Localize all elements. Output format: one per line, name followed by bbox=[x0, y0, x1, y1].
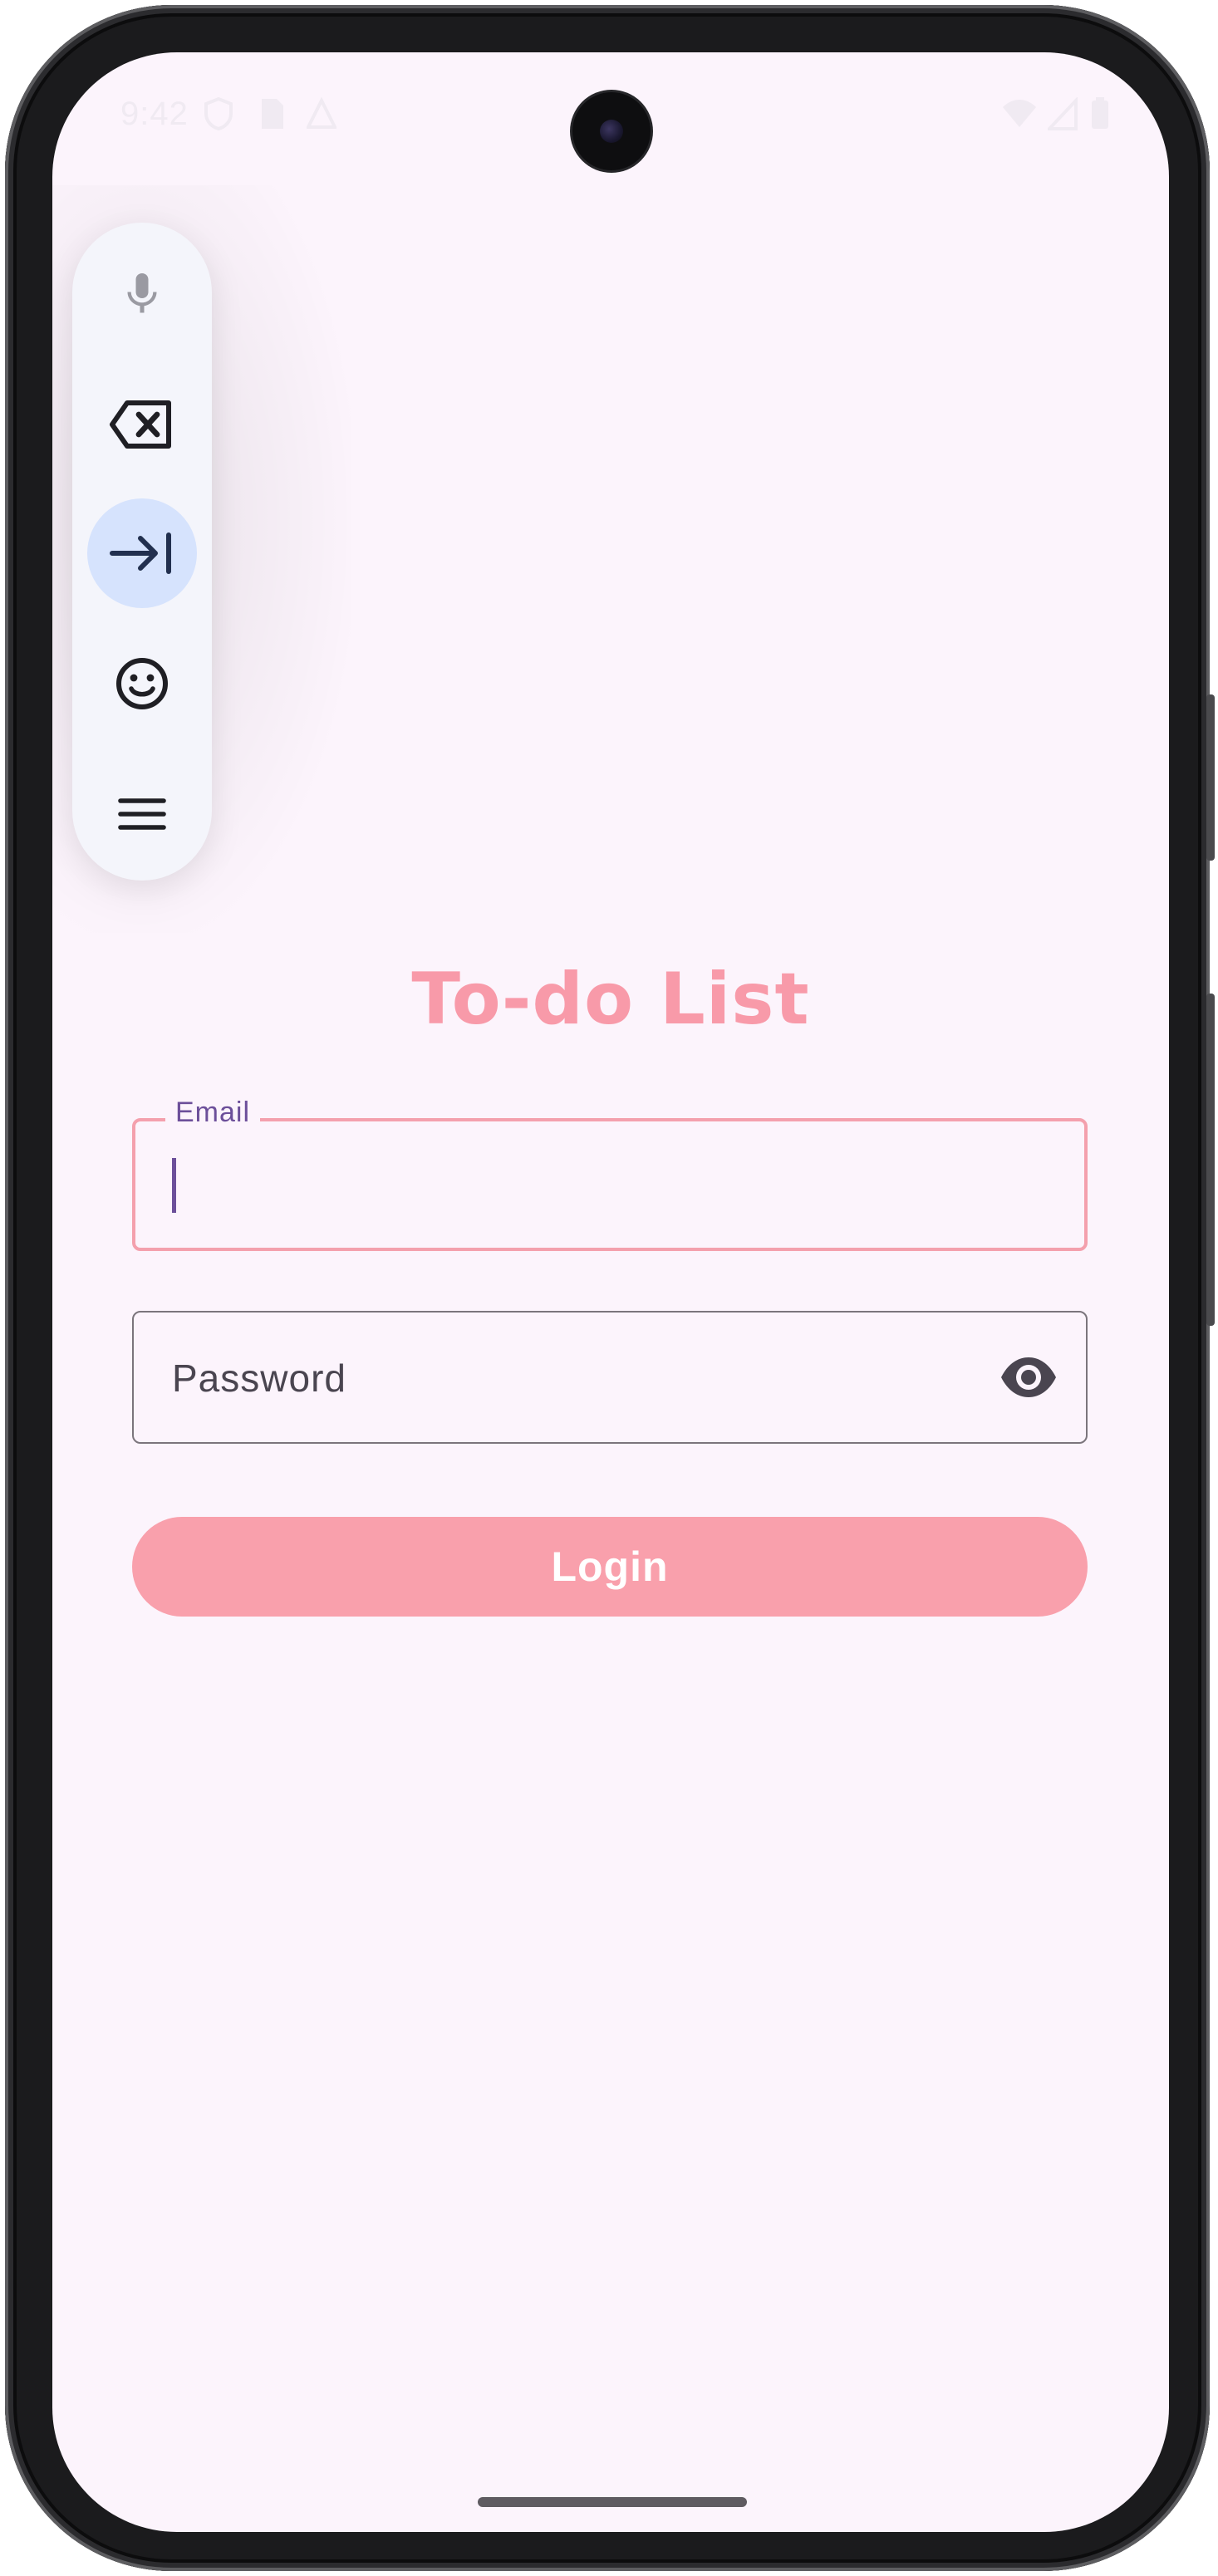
backspace-button[interactable] bbox=[87, 370, 197, 479]
battery-icon bbox=[1092, 97, 1108, 129]
status-time: 9:42 bbox=[120, 96, 189, 132]
tab-button[interactable] bbox=[87, 498, 197, 608]
voice-input-button[interactable] bbox=[87, 239, 197, 349]
password-field[interactable]: Password bbox=[132, 1311, 1088, 1444]
backspace-icon bbox=[110, 400, 171, 449]
emoji-icon bbox=[116, 658, 168, 709]
alert-triangle-icon bbox=[307, 97, 336, 129]
microphone-icon bbox=[127, 273, 157, 313]
email-label: Email bbox=[165, 1097, 261, 1129]
wifi-icon bbox=[1003, 100, 1036, 127]
emoji-button[interactable] bbox=[87, 629, 197, 738]
front-camera bbox=[572, 92, 651, 170]
phone-frame: 9:42 To-do List Email Password Login bbox=[5, 5, 1215, 2571]
signal-icon bbox=[1048, 97, 1078, 130]
eye-icon[interactable] bbox=[999, 1354, 1058, 1401]
login-button[interactable]: Login bbox=[132, 1517, 1088, 1617]
app-screen: 9:42 To-do List Email Password Login bbox=[52, 52, 1169, 2532]
email-field[interactable]: Email bbox=[132, 1097, 1088, 1251]
volume-button bbox=[1206, 994, 1215, 1326]
home-indicator[interactable] bbox=[478, 2497, 747, 2507]
keyboard-floating-toolbar bbox=[72, 223, 212, 881]
menu-icon bbox=[118, 798, 166, 830]
keyboard-menu-button[interactable] bbox=[87, 759, 197, 869]
sim-icon bbox=[262, 99, 283, 129]
shield-icon bbox=[204, 97, 233, 130]
tab-icon bbox=[110, 532, 171, 574]
password-placeholder: Password bbox=[172, 1357, 346, 1400]
app-title: To-do List bbox=[411, 958, 810, 1041]
power-button bbox=[1206, 694, 1215, 861]
text-cursor bbox=[172, 1158, 176, 1213]
status-bar: 9:42 bbox=[52, 52, 1169, 177]
